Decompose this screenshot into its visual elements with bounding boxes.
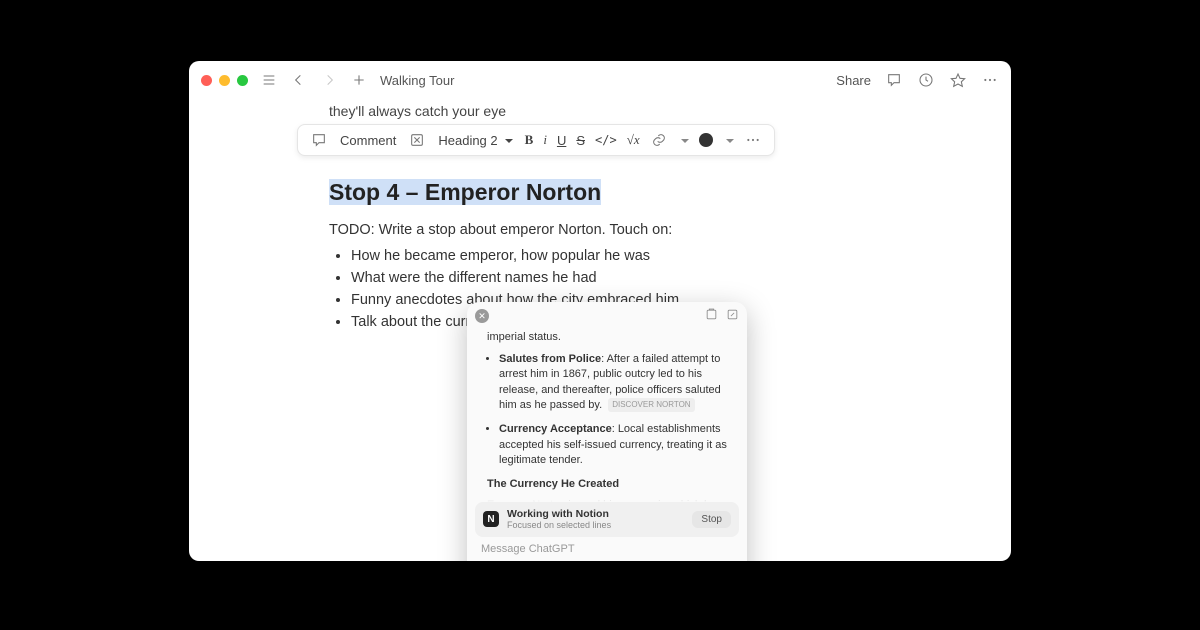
list-item: How he became emperor, how popular he wa…	[351, 248, 871, 264]
titlebar: Walking Tour Share	[189, 61, 1011, 99]
sidebar-toggle-icon[interactable]	[260, 71, 278, 89]
context-row: N Working with Notion Focused on selecte…	[475, 502, 739, 537]
comments-icon[interactable]	[885, 71, 903, 89]
back-button[interactable]	[290, 71, 308, 89]
todo-line: TODO: Write a stop about emperor Norton.…	[329, 222, 871, 238]
expand-icon[interactable]	[726, 308, 739, 324]
chevron-down-icon	[502, 133, 513, 148]
close-window-button[interactable]	[201, 75, 212, 86]
response-item: Currency Acceptance: Local establishment…	[499, 422, 731, 469]
assistant-panel: ✕ imperial status. Salutes from Police: …	[467, 302, 747, 561]
page-title[interactable]: Walking Tour	[380, 73, 454, 88]
window-controls	[201, 75, 248, 86]
panel-close-button[interactable]: ✕	[475, 309, 489, 323]
body-text: they'll always catch your eye	[329, 103, 871, 119]
favorite-icon[interactable]	[949, 71, 967, 89]
stop-button[interactable]: Stop	[692, 511, 731, 528]
new-page-button[interactable]	[350, 71, 368, 89]
response-item: Salutes from Police: After a failed atte…	[499, 352, 731, 414]
bold-button[interactable]: B	[525, 132, 534, 148]
more-formatting-icon[interactable]	[744, 131, 762, 149]
chevron-down-icon	[678, 133, 689, 148]
ai-rewrite-icon[interactable]	[408, 131, 426, 149]
source-chip[interactable]: DISCOVER NORTON	[608, 398, 694, 411]
forward-button[interactable]	[320, 71, 338, 89]
share-button[interactable]: Share	[836, 73, 871, 88]
more-icon[interactable]	[981, 71, 999, 89]
chevron-down-icon	[723, 133, 734, 148]
italic-button[interactable]: i	[543, 132, 547, 148]
minimize-window-button[interactable]	[219, 75, 230, 86]
screenshot-icon[interactable]	[705, 308, 718, 324]
strikethrough-button[interactable]: S	[576, 133, 585, 148]
history-icon[interactable]	[917, 71, 935, 89]
message-input[interactable]: Message ChatGPT	[467, 537, 747, 557]
formatting-toolbar: Comment Heading 2 B i U S </> √x	[297, 124, 775, 156]
zoom-window-button[interactable]	[237, 75, 248, 86]
context-subtitle: Focused on selected lines	[507, 520, 684, 531]
app-window: Walking Tour Share they'll always catch …	[189, 61, 1011, 561]
text-style-dropdown[interactable]: Heading 2	[438, 133, 512, 148]
comment-icon[interactable]	[310, 131, 328, 149]
comment-button[interactable]: Comment	[340, 133, 396, 148]
assistant-response[interactable]: imperial status. Salutes from Police: Af…	[467, 330, 747, 502]
equation-button[interactable]: √x	[627, 132, 640, 148]
response-fragment: imperial status.	[487, 330, 731, 346]
heading-stop-4[interactable]: Stop 4 – Emperor Norton	[329, 179, 601, 205]
context-title: Working with Notion	[507, 508, 684, 521]
link-button[interactable]	[650, 131, 668, 149]
list-item: What were the different names he had	[351, 270, 871, 286]
code-button[interactable]: </>	[595, 133, 617, 147]
text-color-button[interactable]	[699, 133, 713, 147]
underline-button[interactable]: U	[557, 133, 566, 148]
app-context-icon: N	[483, 511, 499, 527]
input-toolbar: Search GPT-4o	[467, 557, 747, 561]
